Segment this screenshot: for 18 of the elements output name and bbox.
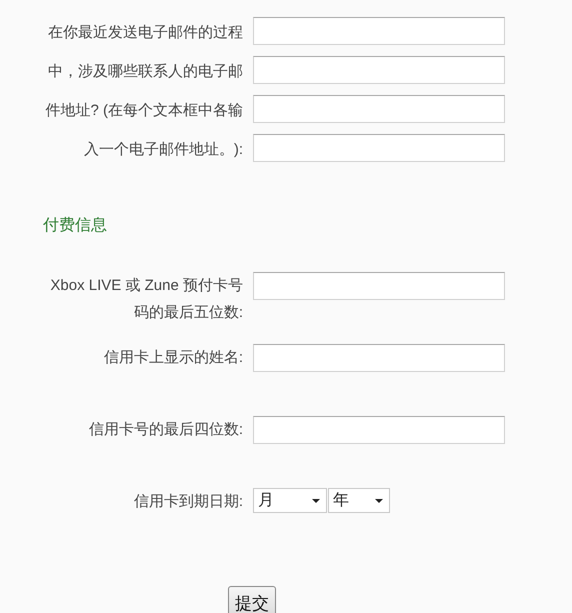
field-label: 在你最近发送电子邮件的过程中，涉及哪些联系人的电子邮件地址? (在每个文本框中各输入一个电子邮件地址。): xyxy=(44,23,243,160)
input-field[interactable] xyxy=(253,95,505,123)
field-label: 信用卡号的最后四位数: xyxy=(88,420,243,440)
input-field[interactable] xyxy=(253,17,505,45)
caret-icon xyxy=(375,498,383,502)
input-field[interactable] xyxy=(253,134,505,162)
submit-button[interactable]: 提交 xyxy=(228,586,276,613)
field-label: Xbox LIVE 或 Zune 预付卡号码的最后五位数: xyxy=(49,276,243,323)
caret-icon xyxy=(312,498,320,502)
input-field[interactable] xyxy=(253,272,505,300)
dropdown[interactable]: 年 xyxy=(328,488,390,513)
input-field[interactable] xyxy=(253,344,505,372)
section-heading: 付费信息 xyxy=(43,216,108,236)
dropdown[interactable]: 月 xyxy=(253,488,327,513)
field-label: 信用卡上显示的姓名: xyxy=(102,348,243,368)
input-field[interactable] xyxy=(253,56,505,84)
field-label: 信用卡到期日期: xyxy=(132,492,243,512)
input-field[interactable] xyxy=(253,416,505,444)
